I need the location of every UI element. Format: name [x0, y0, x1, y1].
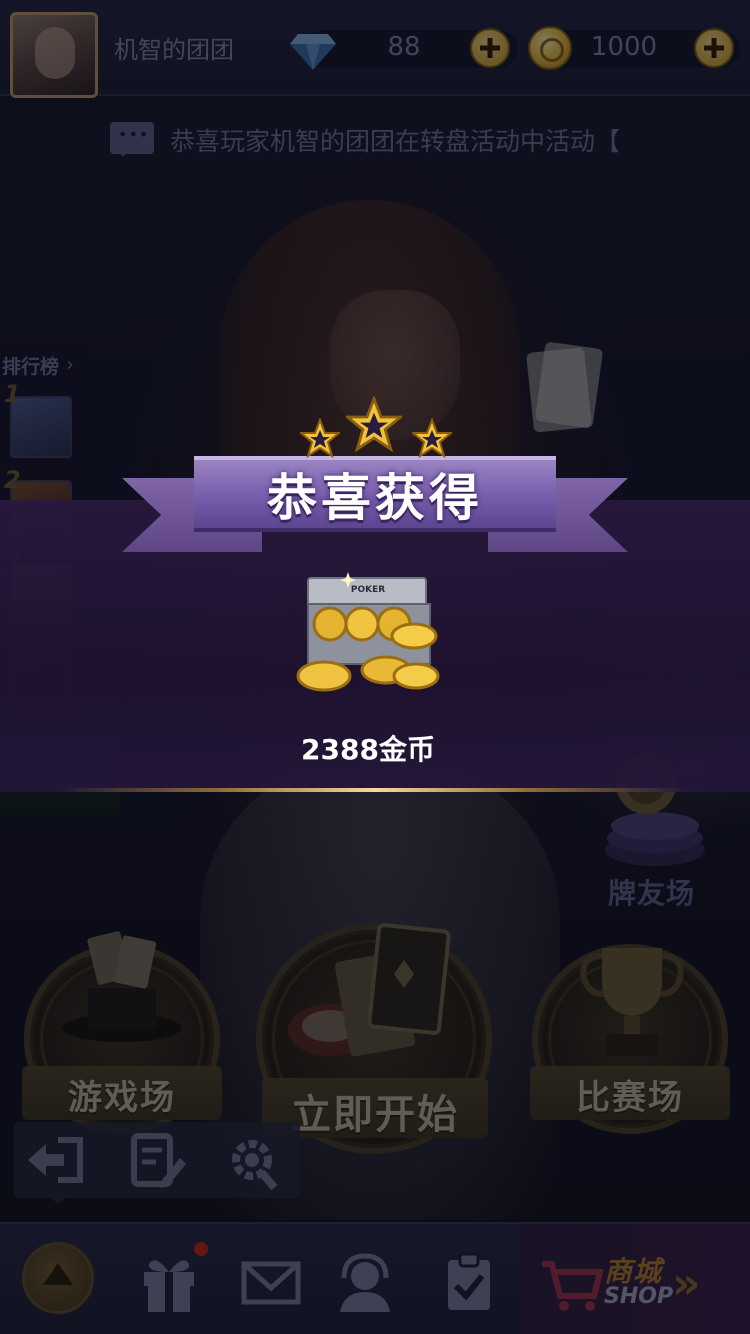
star-icon [346, 396, 402, 452]
modal-glow-line [60, 788, 690, 792]
reward-amount: 2388金币 [301, 733, 435, 766]
star-icon [300, 418, 340, 458]
star-icon [412, 418, 452, 458]
coin-chest-icon: POKER [296, 572, 440, 692]
chest-label: POKER [351, 585, 385, 595]
reward-title: 恭喜获得 [267, 469, 483, 527]
